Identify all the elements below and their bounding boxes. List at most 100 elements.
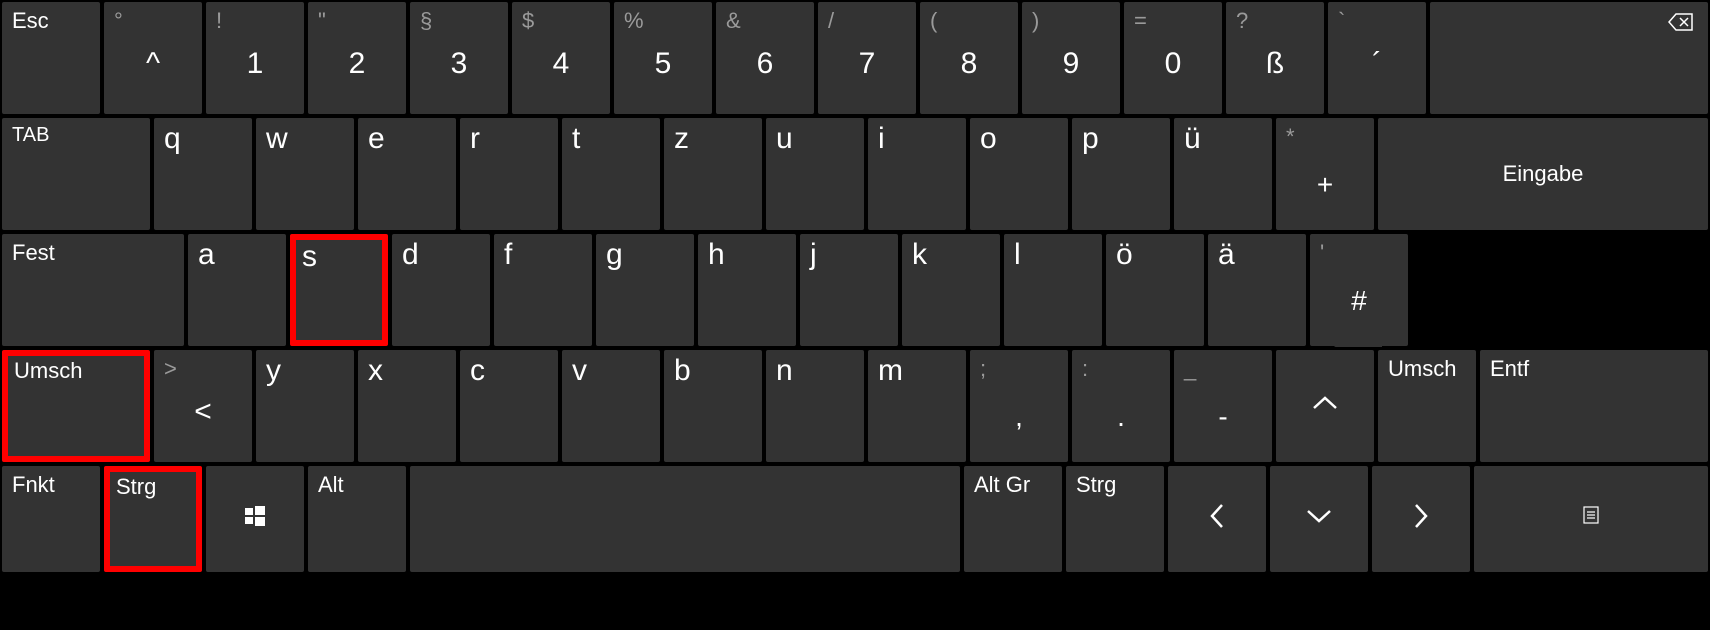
key-a[interactable]: a (188, 234, 286, 346)
key-label: s (302, 240, 317, 274)
key-caret[interactable]: ° ^ (104, 2, 202, 114)
key-shift-label: ) (1032, 8, 1039, 34)
key-capslock[interactable]: Fest (2, 234, 184, 346)
chevron-down-icon (1304, 506, 1334, 532)
key-ue[interactable]: ü (1174, 118, 1272, 230)
key-4[interactable]: $ 4 (512, 2, 610, 114)
key-eszett[interactable]: ? ß (1226, 2, 1324, 114)
key-shift-left[interactable]: Umsch (2, 350, 150, 462)
key-label: Umsch (14, 358, 82, 384)
key-label: x (368, 354, 383, 388)
key-z[interactable]: z (664, 118, 762, 230)
on-screen-keyboard: Esc ° ^ ! 1 " 2 § 3 $ 4 % 5 & 6 (0, 0, 1710, 630)
key-9[interactable]: ) 9 (1022, 2, 1120, 114)
key-f[interactable]: f (494, 234, 592, 346)
key-main-label: , (1015, 401, 1023, 433)
key-i[interactable]: i (868, 118, 966, 230)
key-label: TAB (12, 124, 49, 147)
key-shift-label: ? (1236, 8, 1248, 34)
key-3[interactable]: § 3 (410, 2, 508, 114)
key-0[interactable]: = 0 (1124, 2, 1222, 114)
key-c[interactable]: c (460, 350, 558, 462)
key-plus[interactable]: * + (1276, 118, 1374, 230)
key-u[interactable]: u (766, 118, 864, 230)
key-1[interactable]: ! 1 (206, 2, 304, 114)
key-l[interactable]: l (1004, 234, 1102, 346)
keyboard-row-2: TAB q w e r t z u i o p ü * + Eingabe (2, 118, 1708, 230)
key-shift-label: & (726, 8, 741, 34)
key-tab[interactable]: TAB (2, 118, 150, 230)
key-main-label: ^ (146, 47, 160, 81)
key-m[interactable]: m (868, 350, 966, 462)
key-main-label: 8 (961, 47, 978, 81)
key-s[interactable]: s (290, 234, 388, 346)
key-arrow-down[interactable] (1270, 466, 1368, 572)
key-t[interactable]: t (562, 118, 660, 230)
key-main-label: 2 (349, 47, 366, 81)
key-p[interactable]: p (1072, 118, 1170, 230)
key-comma[interactable]: ; , (970, 350, 1068, 462)
key-e[interactable]: e (358, 118, 456, 230)
key-enter[interactable]: Eingabe (1378, 118, 1708, 230)
key-windows[interactable] (206, 466, 304, 572)
windows-icon (245, 506, 265, 532)
key-w[interactable]: w (256, 118, 354, 230)
key-y[interactable]: y (256, 350, 354, 462)
key-main-label: 0 (1165, 47, 1182, 81)
key-main-label: ß (1266, 47, 1284, 81)
key-label: ä (1218, 238, 1235, 272)
key-dash[interactable]: _ - (1174, 350, 1272, 462)
key-n[interactable]: n (766, 350, 864, 462)
key-label: Alt (318, 472, 344, 498)
key-r[interactable]: r (460, 118, 558, 230)
key-hash[interactable]: ' # (1310, 234, 1408, 346)
key-v[interactable]: v (562, 350, 660, 462)
key-arrow-left[interactable] (1168, 466, 1266, 572)
key-q[interactable]: q (154, 118, 252, 230)
key-main-label: 5 (655, 47, 672, 81)
key-label: n (776, 354, 793, 388)
key-5[interactable]: % 5 (614, 2, 712, 114)
key-j[interactable]: j (800, 234, 898, 346)
key-altgr[interactable]: Alt Gr (964, 466, 1062, 572)
key-space[interactable] (410, 466, 960, 572)
key-g[interactable]: g (596, 234, 694, 346)
key-shift-label: _ (1184, 356, 1196, 382)
key-shift-label: $ (522, 8, 534, 34)
key-main-label: # (1351, 285, 1367, 317)
key-alt-left[interactable]: Alt (308, 466, 406, 572)
key-ae[interactable]: ä (1208, 234, 1306, 346)
key-angle[interactable]: > < (154, 350, 252, 462)
key-b[interactable]: b (664, 350, 762, 462)
key-acute[interactable]: ` ´ (1328, 2, 1426, 114)
key-label: p (1082, 122, 1099, 156)
key-arrow-up[interactable] (1276, 350, 1374, 462)
key-o[interactable]: o (970, 118, 1068, 230)
key-7[interactable]: / 7 (818, 2, 916, 114)
key-main-label: + (1317, 169, 1333, 201)
key-label: g (606, 238, 623, 272)
key-x[interactable]: x (358, 350, 456, 462)
key-h[interactable]: h (698, 234, 796, 346)
key-2[interactable]: " 2 (308, 2, 406, 114)
key-label: y (266, 354, 281, 388)
key-delete[interactable]: Entf (1480, 350, 1708, 462)
key-ctrl-left[interactable]: Strg (104, 466, 202, 572)
key-oe[interactable]: ö (1106, 234, 1204, 346)
key-menu[interactable] (1474, 466, 1708, 572)
key-shift-right[interactable]: Umsch (1378, 350, 1476, 462)
key-backspace[interactable] (1430, 2, 1708, 114)
key-ctrl-right[interactable]: Strg (1066, 466, 1164, 572)
key-label: ü (1184, 122, 1201, 156)
key-label: j (810, 238, 817, 272)
key-arrow-right[interactable] (1372, 466, 1470, 572)
key-shift-label: ' (1320, 240, 1324, 266)
key-d[interactable]: d (392, 234, 490, 346)
key-k[interactable]: k (902, 234, 1000, 346)
key-fn[interactable]: Fnkt (2, 466, 100, 572)
key-main-label: ´ (1372, 47, 1382, 81)
key-8[interactable]: ( 8 (920, 2, 1018, 114)
key-6[interactable]: & 6 (716, 2, 814, 114)
key-esc[interactable]: Esc (2, 2, 100, 114)
key-period[interactable]: : . (1072, 350, 1170, 462)
